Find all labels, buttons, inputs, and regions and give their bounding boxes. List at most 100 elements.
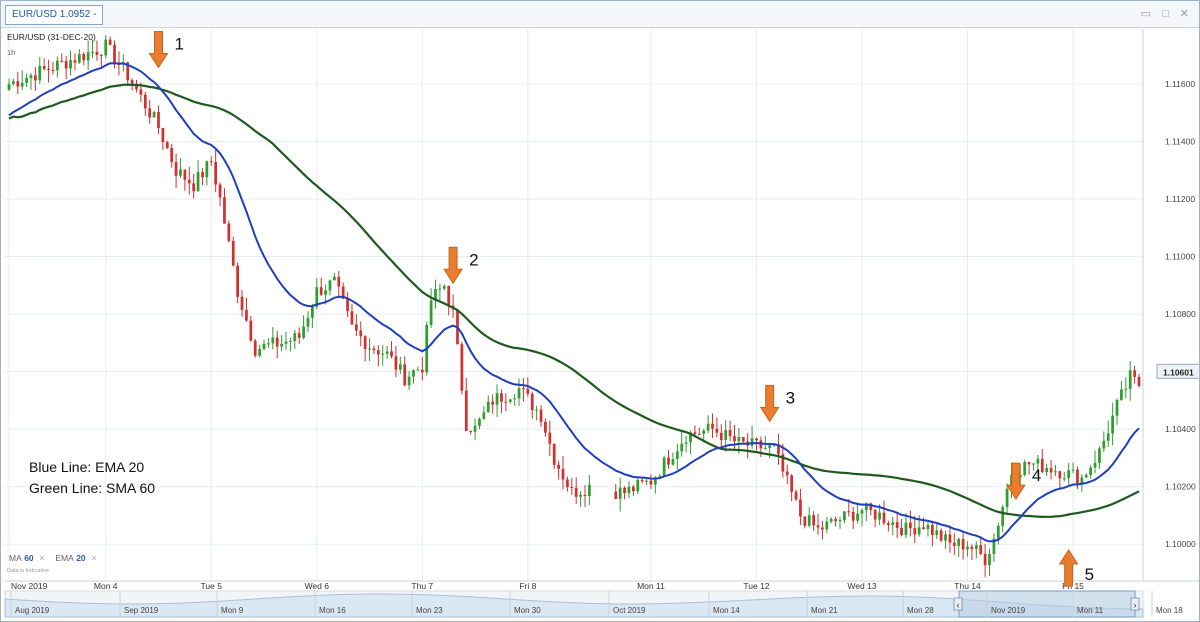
candle-body bbox=[1071, 469, 1075, 471]
y-tick-label: 1.10000 bbox=[1165, 539, 1196, 549]
candle-body bbox=[170, 147, 174, 163]
indicator-close-icon[interactable]: × bbox=[39, 553, 44, 563]
candle-body bbox=[152, 111, 156, 118]
navigator-label: Mon 18 bbox=[1156, 606, 1183, 615]
candle-body bbox=[733, 436, 736, 442]
candle-body bbox=[667, 457, 670, 465]
price-chart[interactable]: 1.11600 1.11400 1.11200 1.11000 1.10800 1.106… bbox=[1, 29, 1199, 621]
candle-body bbox=[988, 553, 991, 566]
maximize-icon[interactable]: □ bbox=[1162, 8, 1173, 20]
candle-body bbox=[952, 542, 956, 546]
candle-body bbox=[56, 60, 59, 71]
candle-body bbox=[328, 280, 332, 291]
candle-body bbox=[469, 430, 473, 432]
x-tick-label: Wed 13 bbox=[847, 581, 876, 591]
candle-body bbox=[851, 511, 855, 521]
candle-body bbox=[86, 52, 90, 61]
interval-label: 1h bbox=[7, 48, 15, 57]
candle-body bbox=[34, 75, 37, 81]
candle-body bbox=[913, 528, 917, 535]
annotation-label: 4 bbox=[1032, 466, 1041, 485]
navigator-window[interactable] bbox=[958, 590, 1136, 618]
indicator-name: MA bbox=[9, 553, 22, 563]
candle-body bbox=[271, 337, 275, 344]
navigator-left-icon: ‹ bbox=[957, 600, 960, 610]
candle-body bbox=[631, 486, 635, 492]
candle-body bbox=[552, 443, 556, 465]
minimize-icon[interactable]: ▭ bbox=[1141, 8, 1155, 20]
candle-body bbox=[108, 39, 112, 45]
y-tick-label: 1.11400 bbox=[1165, 136, 1195, 146]
candle-body bbox=[891, 522, 895, 526]
candle-body bbox=[420, 369, 424, 373]
candle-body bbox=[908, 522, 912, 529]
candle-body bbox=[1120, 389, 1123, 401]
candle-body bbox=[214, 162, 218, 185]
navigator-label: Mon 21 bbox=[811, 606, 838, 615]
candle-body bbox=[508, 399, 512, 402]
window-controls: ▭ □ ✕ bbox=[1141, 7, 1193, 20]
candle-body bbox=[895, 522, 899, 528]
candle-body bbox=[407, 376, 411, 386]
candle-body bbox=[719, 432, 723, 440]
candle-body bbox=[706, 423, 710, 431]
candle-body bbox=[715, 428, 719, 433]
candle-body bbox=[38, 66, 42, 81]
candle-body bbox=[403, 364, 407, 386]
candle-body bbox=[1106, 433, 1110, 441]
candle-body bbox=[130, 80, 134, 84]
indicator-close-icon[interactable]: × bbox=[91, 553, 96, 563]
candle-body bbox=[1128, 370, 1132, 389]
candle-body bbox=[442, 285, 446, 289]
candle-body bbox=[711, 423, 714, 429]
navigator-label: Aug 2019 bbox=[15, 606, 50, 615]
candle-body bbox=[289, 340, 292, 342]
candle-body bbox=[1005, 488, 1009, 507]
candle-body bbox=[838, 520, 842, 522]
candle-body bbox=[579, 494, 582, 497]
candle-body bbox=[297, 333, 301, 338]
navigator-label: Sep 2019 bbox=[124, 606, 159, 615]
candle-body bbox=[394, 356, 398, 370]
candle-body bbox=[614, 491, 618, 499]
candle-body bbox=[1001, 506, 1005, 526]
candle-body bbox=[790, 475, 794, 492]
candle-body bbox=[922, 527, 925, 530]
candle-body bbox=[900, 527, 903, 536]
tab-eurusd[interactable]: EUR/USD 1.0952 - bbox=[5, 5, 104, 25]
candle-body bbox=[64, 61, 68, 69]
candle-body bbox=[983, 553, 987, 566]
candle-body bbox=[961, 539, 965, 550]
candle-body bbox=[69, 60, 72, 69]
candle-body bbox=[99, 55, 103, 57]
candle-body bbox=[535, 409, 538, 411]
x-tick-label: Mon 4 bbox=[94, 581, 118, 591]
candle-body bbox=[504, 401, 508, 403]
candle-body bbox=[1093, 462, 1097, 468]
candle-body bbox=[561, 468, 565, 480]
candle-body bbox=[16, 81, 20, 87]
candle-body bbox=[785, 471, 789, 476]
candle-body bbox=[1137, 376, 1141, 386]
candle-body bbox=[280, 343, 283, 347]
candle-body bbox=[539, 409, 543, 422]
candle-body bbox=[1049, 468, 1053, 473]
x-tick-label: Tue 5 bbox=[201, 581, 223, 591]
candle-body bbox=[165, 142, 169, 148]
candle-body bbox=[755, 438, 758, 441]
candle-body bbox=[73, 60, 77, 63]
candle-body bbox=[368, 348, 371, 350]
candle-body bbox=[227, 223, 231, 241]
candle-body bbox=[566, 479, 569, 488]
candle-body bbox=[768, 445, 772, 448]
candle-body bbox=[930, 524, 934, 536]
candle-body bbox=[482, 412, 486, 419]
candle-body bbox=[1102, 440, 1106, 449]
candle-body bbox=[253, 340, 257, 356]
navigator-label: Mon 28 bbox=[907, 606, 934, 615]
indicator-name: EMA bbox=[55, 553, 74, 563]
candle-body bbox=[966, 546, 969, 550]
y-tick-label: 1.11600 bbox=[1165, 79, 1195, 89]
close-icon[interactable]: ✕ bbox=[1180, 8, 1193, 20]
candle-body bbox=[645, 480, 648, 482]
